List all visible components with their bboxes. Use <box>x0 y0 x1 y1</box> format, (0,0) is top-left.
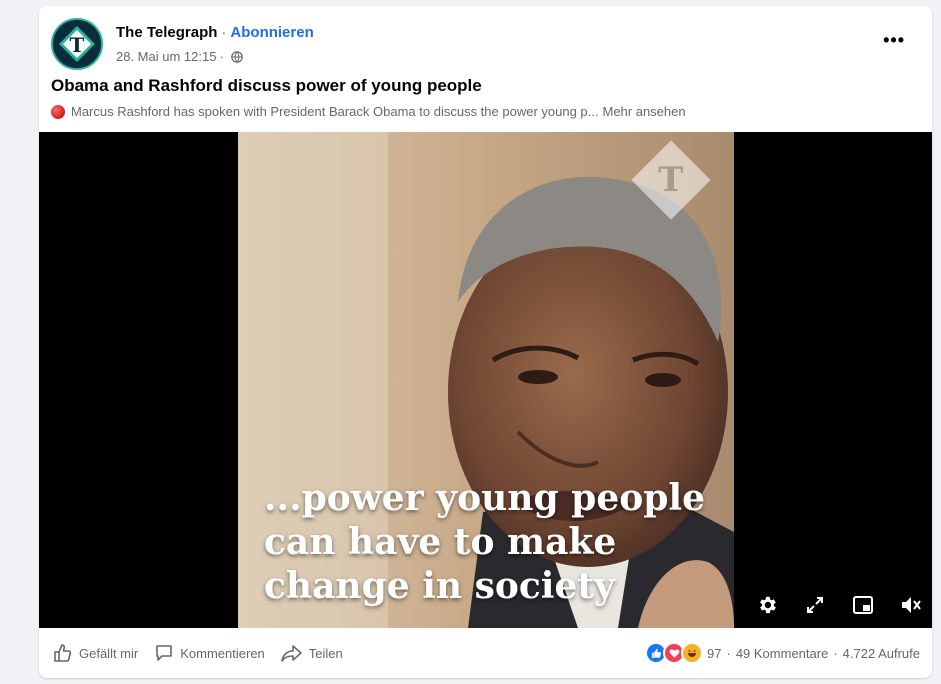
see-more-link[interactable]: Mehr ansehen <box>602 104 685 119</box>
share-button[interactable]: Teilen <box>280 635 343 671</box>
reactions-count[interactable]: 97 <box>707 646 721 661</box>
svg-text:T: T <box>70 33 85 57</box>
page-name-line: The Telegraph · Abonnieren <box>116 24 314 41</box>
stats-separator: · <box>726 645 731 661</box>
subtitle-line: change in society <box>264 565 615 607</box>
share-icon <box>280 645 302 662</box>
thumbs-up-icon <box>54 644 72 662</box>
expand-icon[interactable] <box>802 592 828 618</box>
name-separator: · <box>221 24 227 41</box>
description-text: Marcus Rashford has spoken with Presiden… <box>71 104 599 119</box>
views-count: 4.722 Aufrufe <box>842 645 920 661</box>
avatar[interactable]: T <box>51 18 103 70</box>
post-title: Obama and Rashford discuss power of youn… <box>51 76 482 95</box>
post-actions: Gefällt mir Kommentieren Teilen 97 · 49 … <box>39 628 932 678</box>
subtitle-line: can have to make <box>264 521 617 563</box>
comments-count[interactable]: 49 Kommentare <box>736 646 829 661</box>
like-button[interactable]: Gefällt mir <box>53 635 138 671</box>
video-frame[interactable]: T ...power young people can have to make… <box>238 132 734 628</box>
gear-icon[interactable] <box>754 592 780 618</box>
comment-label: Kommentieren <box>180 645 265 661</box>
muted-speaker-icon[interactable] <box>898 592 924 618</box>
video-player[interactable]: T ...power young people can have to make… <box>39 132 932 628</box>
post-stats: 97 · 49 Kommentare · 4.722 Aufrufe <box>645 628 920 678</box>
stats-separator: · <box>833 645 838 661</box>
comment-button[interactable]: Kommentieren <box>154 635 265 671</box>
video-controls <box>754 592 924 618</box>
telegraph-logo-icon: T <box>59 26 95 62</box>
red-circle-icon <box>51 104 65 119</box>
follow-button[interactable]: Abonnieren <box>230 24 313 41</box>
like-label: Gefällt mir <box>79 645 139 661</box>
globe-icon[interactable] <box>230 50 243 63</box>
post-card: T The Telegraph · Abonnieren 28. Mai um 12… <box>39 6 932 678</box>
more-options-icon[interactable]: ••• <box>883 30 905 51</box>
post-meta: 28. Mai um 12:15 · <box>116 49 243 64</box>
timestamp[interactable]: 28. Mai um 12:15 <box>116 49 216 64</box>
share-label: Teilen <box>308 645 343 661</box>
post-description: Marcus Rashford has spoken with Presiden… <box>51 104 686 119</box>
meta-separator: · <box>219 49 224 64</box>
post-header: T The Telegraph · Abonnieren 28. Mai um 12… <box>51 18 911 70</box>
video-subtitle: ...power young people can have to make c… <box>264 476 724 608</box>
subtitle-line: ...power young people <box>264 477 705 519</box>
comment-icon <box>156 645 173 661</box>
picture-in-picture-icon[interactable] <box>850 592 876 618</box>
haha-reaction-icon <box>681 642 703 664</box>
page-name-link[interactable]: The Telegraph <box>116 24 217 41</box>
watermark-letter: T <box>658 160 684 200</box>
reactions-summary[interactable] <box>645 642 703 664</box>
